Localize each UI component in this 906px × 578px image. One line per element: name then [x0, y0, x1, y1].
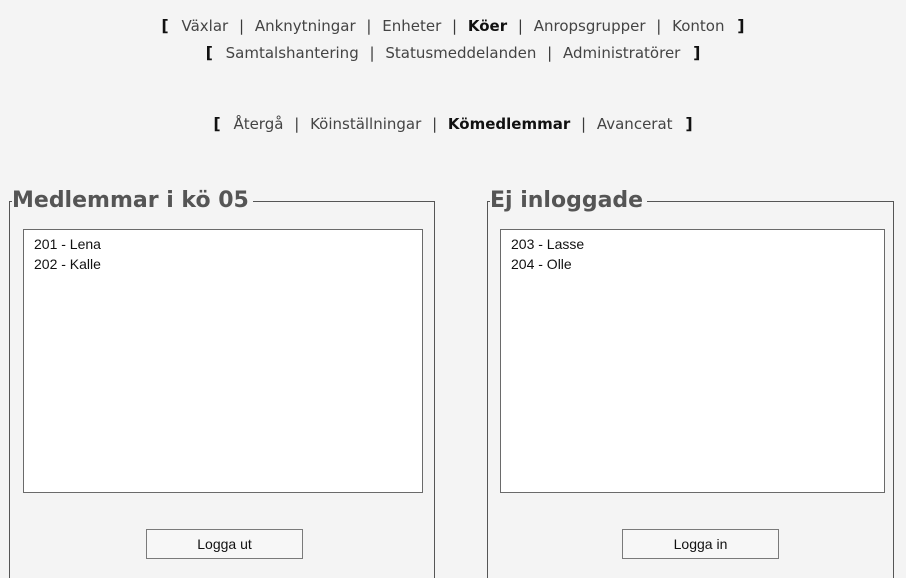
nav-bracket-open: [	[161, 16, 169, 35]
nav-link-statusmeddelanden[interactable]: Statusmeddelanden	[385, 44, 536, 62]
nav-separator: |	[432, 115, 438, 133]
not-logged-in-title: Ej inloggade	[490, 188, 648, 214]
subnav-link-avancerat[interactable]: Avancerat	[597, 115, 673, 133]
nav-link-vaxlar[interactable]: Växlar	[182, 17, 229, 35]
not-logged-in-panel: Ej inloggade 203 - Lasse 204 - Olle Logg…	[487, 188, 894, 578]
nav-separator: |	[366, 17, 372, 35]
nav-bracket-close: ]	[685, 114, 693, 133]
logout-button[interactable]: Logga ut	[146, 529, 303, 559]
queue-members-list[interactable]: 201 - Lena 202 - Kalle	[23, 229, 423, 493]
main-nav-row-2: [ Samtalshantering | Statusmeddelanden |…	[0, 43, 906, 62]
subnav-link-atergå[interactable]: Återgå	[233, 115, 283, 133]
nav-link-koer[interactable]: Köer	[468, 17, 507, 35]
nav-link-konton[interactable]: Konton	[672, 17, 724, 35]
nav-link-enheter[interactable]: Enheter	[382, 17, 441, 35]
list-item[interactable]: 202 - Kalle	[34, 254, 422, 274]
main-nav-row-1: [ Växlar | Anknytningar | Enheter | Köer…	[0, 16, 906, 35]
nav-separator: |	[369, 44, 375, 62]
sub-nav: [ Återgå | Köinställningar | Kömedlemmar…	[0, 114, 906, 133]
queue-members-title: Medlemmar i kö 05	[12, 188, 253, 214]
list-item[interactable]: 203 - Lasse	[511, 234, 884, 254]
nav-separator: |	[517, 17, 523, 35]
list-item[interactable]: 201 - Lena	[34, 234, 422, 254]
nav-separator: |	[547, 44, 553, 62]
list-item[interactable]: 204 - Olle	[511, 254, 884, 274]
queue-members-panel: Medlemmar i kö 05 201 - Lena 202 - Kalle…	[9, 188, 435, 578]
nav-separator: |	[581, 115, 587, 133]
nav-separator: |	[452, 17, 458, 35]
nav-link-administratorer[interactable]: Administratörer	[563, 44, 680, 62]
nav-bracket-open: [	[213, 114, 221, 133]
login-button[interactable]: Logga in	[622, 529, 779, 559]
nav-separator: |	[656, 17, 662, 35]
subnav-link-koinstallningar[interactable]: Köinställningar	[310, 115, 421, 133]
nav-link-samtalshantering[interactable]: Samtalshantering	[226, 44, 359, 62]
subnav-link-komedlemmar[interactable]: Kömedlemmar	[448, 115, 570, 133]
nav-separator: |	[294, 115, 300, 133]
nav-bracket-close: ]	[737, 16, 745, 35]
not-logged-in-list[interactable]: 203 - Lasse 204 - Olle	[500, 229, 885, 493]
nav-separator: |	[239, 17, 245, 35]
nav-bracket-close: ]	[693, 43, 701, 62]
nav-link-anropsgrupper[interactable]: Anropsgrupper	[534, 17, 646, 35]
nav-bracket-open: [	[205, 43, 213, 62]
nav-link-anknytningar[interactable]: Anknytningar	[255, 17, 356, 35]
